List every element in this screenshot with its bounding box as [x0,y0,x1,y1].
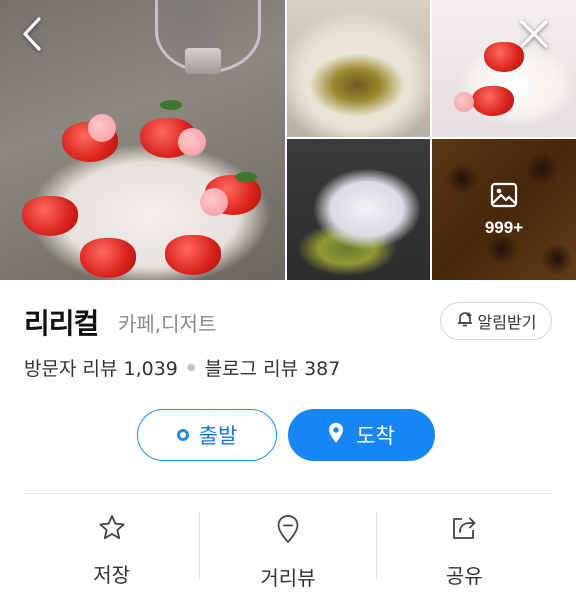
alarm-button-label: 알림받기 [477,313,537,332]
macaron-shape [454,92,474,112]
street-view-button[interactable]: 거리뷰 [200,510,375,590]
street-view-label: 거리뷰 [260,566,316,590]
arrive-button[interactable]: 도착 [288,409,435,461]
image-icon [490,182,518,212]
back-button[interactable] [10,14,54,58]
photo-gallery: 999+ [0,0,576,280]
share-label: 공유 [445,564,483,588]
save-label: 저장 [93,563,131,587]
more-photos-count: 999+ [484,217,524,237]
strawberry-shape [80,238,136,278]
depart-button[interactable]: 출발 [137,409,277,461]
section-divider [24,493,552,494]
share-icon [450,514,478,546]
photo-thumb[interactable] [287,139,430,280]
location-pin-icon [328,422,344,449]
star-icon [98,514,126,545]
arrive-button-label: 도착 [356,424,395,448]
bell-plus-icon [456,310,474,332]
back-arrow-icon [21,16,43,56]
ring-icon [176,429,189,441]
macaron-shape [88,114,116,142]
alarm-button[interactable]: 알림받기 [440,302,552,340]
macaron-shape [200,188,228,216]
strawberry-shape [22,196,78,236]
blog-review-link[interactable]: 블로그 리뷰 387 [205,354,341,381]
place-name: 리리컬 [24,307,99,340]
route-buttons: 출발 도착 [137,409,435,463]
depart-button-label: 출발 [198,424,238,448]
more-photos-button[interactable]: 999+ [432,139,576,280]
separator-dot: ● [186,361,196,373]
leaf-shape [235,172,257,182]
review-counts: 방문자 리뷰 1,039 ● 블로그 리뷰 387 [24,352,340,382]
visitor-review-link[interactable]: 방문자 리뷰 1,039 [24,354,178,381]
street-view-pin-icon [276,514,300,548]
photo-thumb[interactable] [287,0,430,137]
place-category: 카페,디저트 [118,312,217,336]
action-bar: 저장 거리뷰 공유 [24,510,552,590]
strawberry-shape [165,235,221,275]
leaf-shape [160,100,182,110]
close-button[interactable] [512,14,556,58]
place-header: 리리컬 카페,디저트 알림받기 [24,302,552,342]
save-button[interactable]: 저장 [24,510,199,587]
share-button[interactable]: 공유 [377,510,552,588]
macaron-shape [178,128,206,156]
strawberry-shape [472,86,514,116]
close-icon [519,19,549,53]
whisk-base-shape [185,48,221,74]
